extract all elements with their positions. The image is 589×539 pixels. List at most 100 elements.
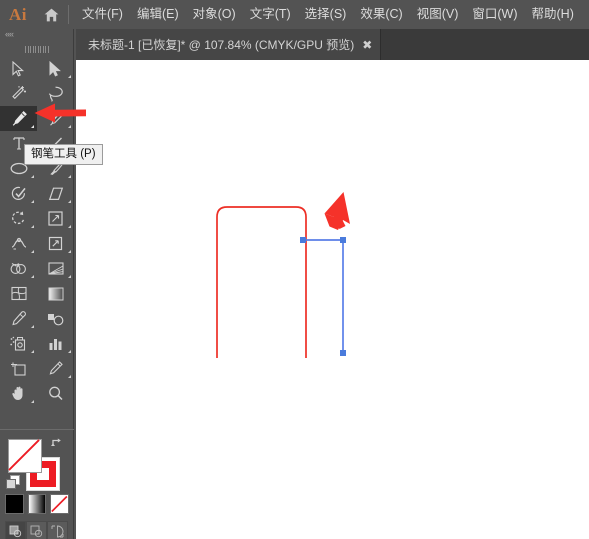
anchor-point-top-right[interactable] bbox=[340, 237, 346, 243]
fill-swatch[interactable] bbox=[8, 439, 42, 473]
anchor-point-top-left[interactable] bbox=[300, 237, 306, 243]
pen-tool[interactable] bbox=[0, 106, 37, 131]
tools-panel: «« bbox=[0, 29, 74, 539]
menu-item-object[interactable]: 对象(O) bbox=[186, 4, 243, 25]
flyout-indicator bbox=[68, 200, 71, 203]
gradient-tool[interactable] bbox=[37, 281, 74, 306]
symbol-sprayer-tool[interactable] bbox=[0, 331, 37, 356]
tool-row bbox=[0, 231, 74, 256]
magic-wand-tool[interactable] bbox=[0, 81, 37, 106]
tool-row bbox=[0, 356, 74, 381]
pen-tool-tooltip: 钢笔工具 (P) bbox=[24, 144, 103, 166]
selected-open-path bbox=[303, 239, 344, 353]
tool-row bbox=[0, 106, 74, 131]
flyout-indicator bbox=[68, 350, 71, 353]
direct-selection-tool[interactable] bbox=[37, 56, 74, 81]
free-transform-tool[interactable] bbox=[37, 231, 74, 256]
blend-tool[interactable] bbox=[37, 306, 74, 331]
draw-inside-mode-button[interactable] bbox=[47, 521, 68, 539]
flyout-indicator bbox=[68, 175, 71, 178]
tool-row bbox=[0, 281, 74, 306]
swap-fill-stroke-icon[interactable] bbox=[50, 437, 64, 454]
hand-tool[interactable] bbox=[0, 381, 37, 406]
rounded-rect-path bbox=[216, 206, 307, 358]
menu-bar: Ai 文件(F) 编辑(E) 对象(O) 文字(T) 选择(S) 效果(C) 视… bbox=[0, 0, 589, 29]
flyout-indicator bbox=[31, 400, 34, 403]
anchor-point-bottom-right[interactable] bbox=[340, 350, 346, 356]
flyout-indicator bbox=[68, 250, 71, 253]
flyout-indicator bbox=[31, 250, 34, 253]
scale-tool[interactable] bbox=[37, 206, 74, 231]
tool-row bbox=[0, 331, 74, 356]
column-graph-tool[interactable] bbox=[37, 331, 74, 356]
flyout-indicator bbox=[68, 75, 71, 78]
shaper-tool[interactable] bbox=[0, 181, 37, 206]
shape-builder-tool[interactable] bbox=[0, 256, 37, 281]
tool-row bbox=[0, 81, 74, 106]
eyedropper-tool[interactable] bbox=[0, 306, 37, 331]
flyout-indicator bbox=[31, 225, 34, 228]
document-tab-title: 未标题-1 [已恢复]* @ 107.84% (CMYK/GPU 预览) bbox=[88, 37, 355, 52]
flyout-indicator bbox=[68, 225, 71, 228]
draw-normal-mode-button[interactable] bbox=[5, 521, 26, 539]
slice-tool[interactable] bbox=[37, 356, 74, 381]
app-logo: Ai bbox=[9, 4, 27, 24]
tool-row bbox=[0, 256, 74, 281]
document-tab-bar: 未标题-1 [已恢复]* @ 107.84% (CMYK/GPU 预览) ✖ bbox=[76, 29, 589, 60]
flyout-indicator bbox=[31, 350, 34, 353]
flyout-indicator bbox=[68, 125, 71, 128]
home-icon[interactable] bbox=[36, 0, 66, 29]
flyout-indicator bbox=[68, 375, 71, 378]
menu-item-help[interactable]: 帮助(H) bbox=[525, 4, 581, 25]
menu-item-select[interactable]: 选择(S) bbox=[298, 4, 354, 25]
toolpanel-divider bbox=[0, 429, 74, 430]
gradient-mode-button[interactable] bbox=[27, 494, 47, 514]
tool-row bbox=[0, 306, 74, 331]
color-controls bbox=[0, 437, 74, 539]
zoom-tool[interactable] bbox=[37, 381, 74, 406]
chevron-double-left-icon[interactable]: «« bbox=[5, 30, 14, 39]
tools-panel-header: «« bbox=[0, 29, 73, 43]
tool-row bbox=[0, 56, 74, 81]
draw-mode-buttons bbox=[5, 521, 69, 539]
close-icon[interactable]: ✖ bbox=[354, 29, 380, 60]
flyout-indicator bbox=[31, 200, 34, 203]
menu-item-type[interactable]: 文字(T) bbox=[243, 4, 298, 25]
document-tab[interactable]: 未标题-1 [已恢复]* @ 107.84% (CMYK/GPU 预览) ✖ bbox=[76, 29, 382, 60]
flyout-indicator bbox=[31, 125, 34, 128]
selection-tool[interactable] bbox=[0, 56, 37, 81]
artboard-canvas[interactable] bbox=[76, 60, 589, 539]
menu-item-view[interactable]: 视图(V) bbox=[410, 4, 466, 25]
panel-drag-grip[interactable] bbox=[0, 45, 74, 54]
width-tool[interactable] bbox=[0, 231, 37, 256]
flyout-indicator bbox=[31, 175, 34, 178]
menu-item-list: 文件(F) 编辑(E) 对象(O) 文字(T) 选择(S) 效果(C) 视图(V… bbox=[75, 4, 581, 25]
default-fill-stroke-icon[interactable] bbox=[6, 475, 21, 495]
artwork-svg bbox=[216, 206, 346, 358]
tool-list bbox=[0, 56, 74, 406]
lasso-tool[interactable] bbox=[37, 81, 74, 106]
eraser-tool[interactable] bbox=[37, 181, 74, 206]
perspective-grid-tool[interactable] bbox=[37, 256, 74, 281]
flyout-indicator bbox=[68, 275, 71, 278]
tool-row bbox=[0, 181, 74, 206]
draw-behind-mode-button[interactable] bbox=[26, 521, 47, 539]
artboard-tool[interactable] bbox=[0, 356, 37, 381]
menu-item-edit[interactable]: 编辑(E) bbox=[130, 4, 186, 25]
illustrator-window: Ai 文件(F) 编辑(E) 对象(O) 文字(T) 选择(S) 效果(C) 视… bbox=[0, 0, 589, 539]
no-fill-slash-icon bbox=[8, 439, 40, 471]
none-mode-button[interactable] bbox=[50, 494, 70, 514]
menu-divider bbox=[68, 5, 69, 24]
tool-row bbox=[0, 206, 74, 231]
menu-item-window[interactable]: 窗口(W) bbox=[465, 4, 524, 25]
none-slash-icon bbox=[51, 495, 68, 513]
color-mode-buttons bbox=[5, 494, 70, 516]
rotate-tool[interactable] bbox=[0, 206, 37, 231]
flyout-indicator bbox=[31, 325, 34, 328]
color-mode-button[interactable] bbox=[5, 494, 24, 514]
curvature-tool[interactable] bbox=[37, 106, 74, 131]
menu-item-effect[interactable]: 效果(C) bbox=[353, 4, 409, 25]
menu-item-file[interactable]: 文件(F) bbox=[75, 4, 130, 25]
mesh-tool[interactable] bbox=[0, 281, 37, 306]
flyout-indicator bbox=[31, 275, 34, 278]
